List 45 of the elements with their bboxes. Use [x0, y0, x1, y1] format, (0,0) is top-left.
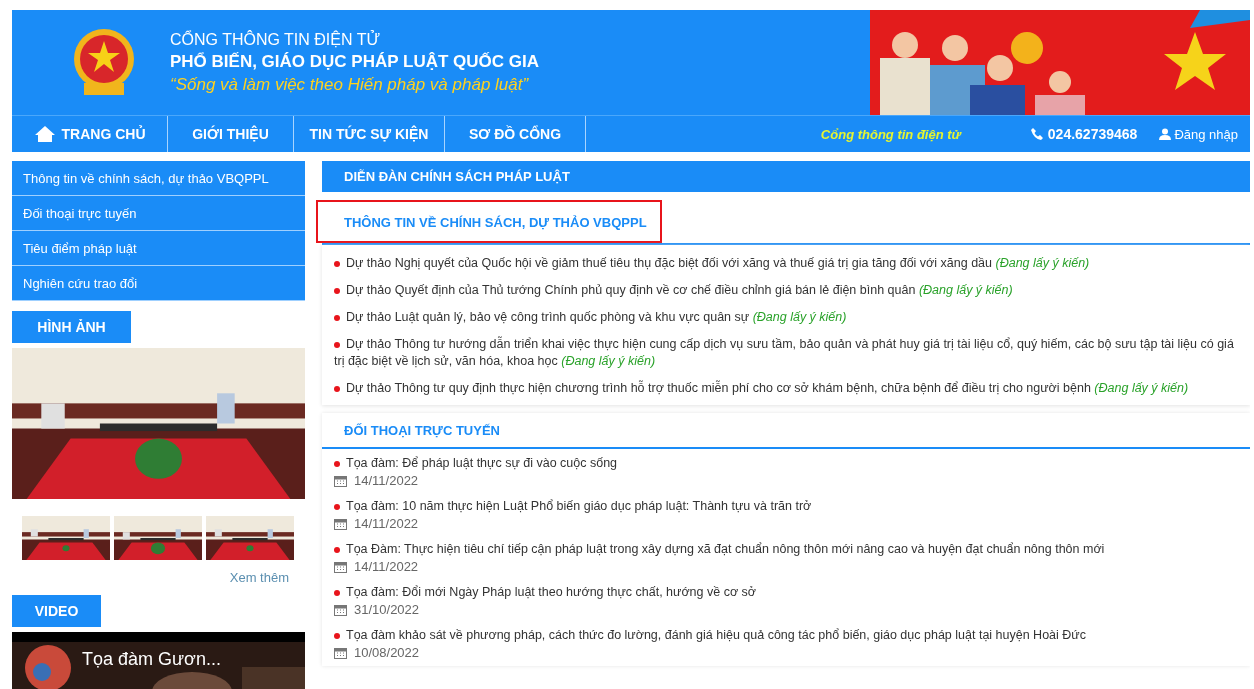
bullet-icon	[334, 503, 340, 510]
see-more-link[interactable]: Xem thêm	[229, 570, 289, 585]
section-heading-bar: DIỄN ĐÀN CHÍNH SÁCH PHÁP LUẬT	[322, 161, 1250, 192]
portal-label: CỔNG THÔNG TIN ĐIỆN TỬ	[170, 30, 382, 49]
bullet-icon	[334, 287, 340, 294]
bullet-icon	[334, 314, 340, 321]
dialogue-link[interactable]: Tọa Đàm: Thực hiện tiêu chí tiếp cận pháp luật trong xây dựng xã đạt chuẩn nông thôn mới nâng cao và huyện đạt chuẩn nông thôn mới	[334, 541, 1238, 557]
bullet-icon	[334, 460, 340, 467]
portal-title: PHỔ BIẾN, GIÁO DỤC PHÁP LUẬT QUỐC GIA	[170, 51, 539, 72]
section-heading: VIDEO	[12, 595, 101, 627]
bullet-icon	[334, 260, 340, 267]
dialogue-link[interactable]: Tọa đàm: Đổi mới Ngày Pháp luật theo hướng thực chất, hướng về cơ sở	[334, 584, 1238, 600]
bullet-icon	[334, 632, 340, 639]
bullet-icon	[334, 385, 340, 392]
bullet-icon	[334, 589, 340, 596]
dialogue-link[interactable]: Tọa đàm: Để pháp luật thực sự đi vào cuộc sống	[334, 455, 1238, 471]
home-icon	[33, 125, 56, 143]
calendar-icon	[334, 603, 347, 616]
post-date: 14/11/2022	[334, 516, 1238, 531]
policy-item[interactable]: Dự thảo Thông tư hướng dẫn triển khai việc thực hiện cung cấp dịch vụ sưu tầm, bảo quản và phát huy giá trị tài liệu cổ, quý hiếm, các bộ sưu tập tài liệu có giá trị đặc biệt về lịch sử, văn hóa, khoa học (Đang lấy ý kiến)	[334, 336, 1238, 370]
policy-item[interactable]: Dự thảo Luật quản lý, bảo vệ công trình quốc phòng và khu vực quân sự (Đang lấy ý kiến)	[334, 309, 1238, 326]
post-date: 14/11/2022	[334, 559, 1238, 574]
phone-number: 024.62739468	[1030, 126, 1138, 142]
section-heading: HÌNH ẢNH	[12, 311, 131, 343]
calendar-icon	[334, 646, 347, 659]
bullet-icon	[334, 546, 340, 553]
post-date: 31/10/2022	[334, 602, 1238, 617]
calendar-icon	[334, 560, 347, 573]
post-date: 14/11/2022	[334, 473, 1238, 488]
video-title: Tọa đàm Gươn...	[82, 649, 221, 670]
calendar-icon	[334, 474, 347, 487]
policy-item[interactable]: Dự thảo Quyết định của Thủ tướng Chính phủ quy định về cơ chế điều chỉnh giá bán lẻ điện bình quân (Đang lấy ý kiến)	[334, 282, 1238, 299]
user-icon	[1159, 128, 1172, 140]
dialogue-link[interactable]: Tọa đàm khảo sát về phương pháp, cách thức đo lường, đánh giá hiệu quả công tác phổ biến, giáo dục pháp luật tại huyện Hoài Đức	[334, 627, 1238, 643]
policy-item[interactable]: Dự thảo Thông tư quy định thực hiện chương trình hỗ trợ thuốc miễn phí cho cơ sở khám bệnh, chữa bệnh để điều trị cho người bệnh (Đang lấy ý kiến)	[334, 380, 1238, 397]
phone-icon	[1030, 128, 1043, 140]
video-player[interactable]: Tọa đàm Gươn...	[12, 632, 305, 689]
bullet-icon	[334, 341, 340, 348]
section-heading: ĐỐI THOẠI TRỰC TUYẾN	[322, 413, 1250, 449]
post-date: 10/08/2022	[334, 645, 1238, 660]
calendar-icon	[334, 517, 347, 530]
policy-item[interactable]: Dự thảo Nghị quyết của Quốc hội về giảm thuế tiêu thụ đặc biệt đối với xăng và thuế giá trị gia tăng đối với xăng dầu (Đang lấy ý kiến)	[334, 255, 1238, 272]
slogan: “Sống và làm việc theo Hiến pháp và pháp luật”	[170, 74, 530, 95]
dialogue-link[interactable]: Tọa đàm: 10 năm thực hiện Luật Phổ biến giáo dục pháp luật: Thành tựu và trăn trở	[334, 498, 1238, 514]
tagline: Cổng thông tin điện tử	[820, 126, 961, 142]
